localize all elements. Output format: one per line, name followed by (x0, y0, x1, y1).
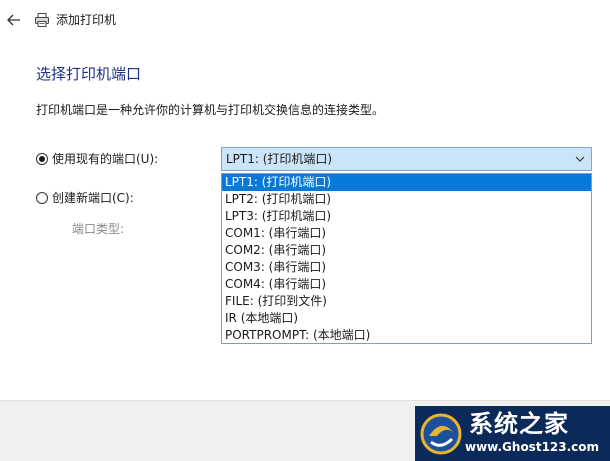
watermark-logo-icon (420, 413, 462, 455)
port-option[interactable]: LPT3: (打印机端口) (222, 208, 591, 225)
back-button[interactable] (4, 10, 24, 30)
port-option[interactable]: COM3: (串行端口) (222, 259, 591, 276)
port-select-value: LPT1: (打印机端口) (226, 152, 333, 166)
create-new-port-radio[interactable]: 创建新端口(C): (36, 190, 134, 206)
back-arrow-icon (7, 14, 20, 26)
port-dropdown-list: LPT1: (打印机端口) LPT2: (打印机端口) LPT3: (打印机端口… (221, 173, 592, 344)
page-description: 打印机端口是一种允许你的计算机与打印机交换信息的连接类型。 (36, 103, 385, 117)
create-new-port-label: 创建新端口(C): (52, 191, 134, 205)
port-option[interactable]: LPT2: (打印机端口) (222, 191, 591, 208)
printer-icon (35, 13, 49, 27)
port-option[interactable]: COM4: (串行端口) (222, 276, 591, 293)
watermark: 系统之家 www.Ghost123.com (415, 406, 610, 461)
title-bar: 添加打印机 (0, 0, 610, 40)
use-existing-port-label: 使用现有的端口(U): (52, 152, 159, 166)
port-option[interactable]: COM1: (串行端口) (222, 225, 591, 242)
watermark-title: 系统之家 (469, 409, 569, 438)
use-existing-port-radio[interactable]: 使用现有的端口(U): (36, 151, 158, 167)
port-option[interactable]: COM2: (串行端口) (222, 242, 591, 259)
port-select[interactable]: LPT1: (打印机端口) (221, 147, 592, 171)
port-type-label: 端口类型: (72, 222, 125, 236)
radio-checked-icon[interactable] (36, 153, 48, 165)
page-title: 选择打印机端口 (36, 65, 142, 83)
port-option[interactable]: LPT1: (打印机端口) (222, 174, 591, 191)
watermark-url: www.Ghost123.com (465, 440, 600, 454)
radio-unchecked-icon[interactable] (36, 192, 48, 204)
port-option[interactable]: IR (本地端口) (222, 310, 591, 327)
chevron-down-icon (575, 156, 585, 162)
port-option[interactable]: PORTPROMPT: (本地端口) (222, 327, 591, 344)
port-option[interactable]: FILE: (打印到文件) (222, 293, 591, 310)
window-title: 添加打印机 (56, 13, 117, 27)
